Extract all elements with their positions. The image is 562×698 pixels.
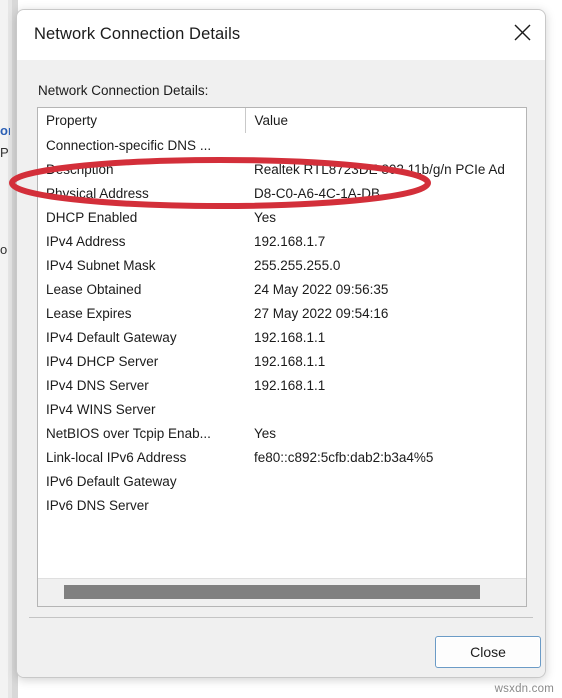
table-row[interactable]: IPv4 Subnet Mask 255.255.255.0: [38, 253, 526, 277]
value-cell: 255.255.255.0: [254, 257, 341, 273]
property-cell: IPv4 DHCP Server: [46, 353, 159, 369]
details-list-panel: Property Value Connection-specific DNS .…: [37, 107, 527, 607]
value-cell: Yes: [254, 209, 277, 225]
property-cell: IPv6 Default Gateway: [46, 473, 177, 489]
property-cell: Physical Address: [46, 185, 149, 201]
property-cell: Description: [46, 161, 114, 177]
dialog-title-bar: Network Connection Details: [17, 10, 545, 60]
table-row[interactable]: Physical Address D8-C0-A6-4C-1A-DB: [38, 181, 526, 205]
property-cell: DHCP Enabled: [46, 209, 138, 225]
table-row[interactable]: IPv6 DNS Server: [38, 493, 526, 517]
background-text-fragment-p: P: [0, 146, 9, 159]
value-cell: [245, 469, 526, 493]
property-cell: IPv4 DNS Server: [46, 377, 149, 393]
value-cell: 27 May 2022 09:54:16: [254, 305, 389, 321]
background-strip-outer: [0, 0, 8, 698]
table-row[interactable]: IPv4 Address 192.168.1.7: [38, 229, 526, 253]
background-text-fragment-link: or: [0, 124, 10, 137]
value-cell: 192.168.1.7: [254, 233, 326, 249]
property-cell: IPv4 Subnet Mask: [46, 257, 156, 273]
table-row[interactable]: Link-local IPv6 Address fe80::c892:5cfb:d…: [38, 445, 526, 469]
horizontal-scrollbar[interactable]: [38, 578, 526, 606]
value-cell: D8-C0-A6-4C-1A-DB: [254, 185, 381, 201]
scrollbar-thumb[interactable]: [64, 585, 480, 599]
dialog-title: Network Connection Details: [34, 25, 241, 43]
table-row[interactable]: Description Realtek RTL8723DE 802.11b/g/n…: [38, 157, 526, 181]
property-cell: Lease Expires: [46, 305, 132, 321]
property-cell: IPv4 Address: [46, 233, 126, 249]
value-cell: 192.168.1.1: [254, 329, 326, 345]
value-cell: 192.168.1.1: [254, 377, 326, 393]
value-cell: Yes: [254, 425, 277, 441]
value-cell: fe80::c892:5cfb:dab2:b3a4%5: [254, 449, 434, 465]
property-cell: IPv4 WINS Server: [46, 401, 156, 417]
table-row[interactable]: Lease Expires 27 May 2022 09:54:16: [38, 301, 526, 325]
table-row[interactable]: DHCP Enabled Yes: [38, 205, 526, 229]
connection-details-table: Property Value Connection-specific DNS .…: [38, 108, 526, 517]
property-cell: IPv4 Default Gateway: [46, 329, 177, 345]
table-row[interactable]: NetBIOS over Tcpip Enab... Yes: [38, 421, 526, 445]
table-row[interactable]: IPv6 Default Gateway: [38, 469, 526, 493]
close-x-icon[interactable]: [499, 10, 545, 54]
dialog-body: Network Connection Details: Property Val…: [17, 60, 545, 677]
background-text-fragment-o: o: [0, 243, 8, 256]
value-cell: [245, 397, 526, 421]
property-cell: NetBIOS over Tcpip Enab...: [46, 425, 211, 441]
value-cell: 24 May 2022 09:56:35: [254, 281, 389, 297]
table-scroll-region: Property Value Connection-specific DNS .…: [38, 108, 526, 579]
table-row[interactable]: IPv4 DHCP Server 192.168.1.1: [38, 349, 526, 373]
value-cell: [245, 133, 526, 157]
table-row[interactable]: IPv4 DNS Server 192.168.1.1: [38, 373, 526, 397]
value-cell: Realtek RTL8723DE 802.11b/g/n PCIe Ad: [254, 161, 505, 177]
property-cell: Link-local IPv6 Address: [46, 449, 187, 465]
table-header-row: Property Value: [38, 108, 526, 133]
value-cell: 192.168.1.1: [254, 353, 326, 369]
footer-divider: [29, 617, 533, 618]
table-row[interactable]: IPv4 WINS Server: [38, 397, 526, 421]
value-cell: [245, 493, 526, 517]
property-cell: Lease Obtained: [46, 281, 142, 297]
table-row[interactable]: Connection-specific DNS ...: [38, 133, 526, 157]
table-row[interactable]: IPv4 Default Gateway 192.168.1.1: [38, 325, 526, 349]
chevron-left-icon[interactable]: [38, 579, 51, 606]
chevron-right-icon[interactable]: [513, 579, 526, 606]
table-row[interactable]: Lease Obtained 24 May 2022 09:56:35: [38, 277, 526, 301]
watermark: wsxdn.com: [494, 683, 554, 695]
column-header-property[interactable]: Property: [38, 108, 245, 133]
table-body: Connection-specific DNS ... Description Re…: [38, 133, 526, 517]
property-cell: Connection-specific DNS ...: [46, 137, 212, 153]
property-cell: IPv6 DNS Server: [46, 497, 149, 513]
network-connection-details-dialog: Network Connection Details Network Conne…: [16, 9, 546, 678]
section-label: Network Connection Details:: [38, 83, 209, 98]
column-header-value[interactable]: Value: [244, 108, 526, 133]
close-button[interactable]: Close: [435, 636, 541, 668]
